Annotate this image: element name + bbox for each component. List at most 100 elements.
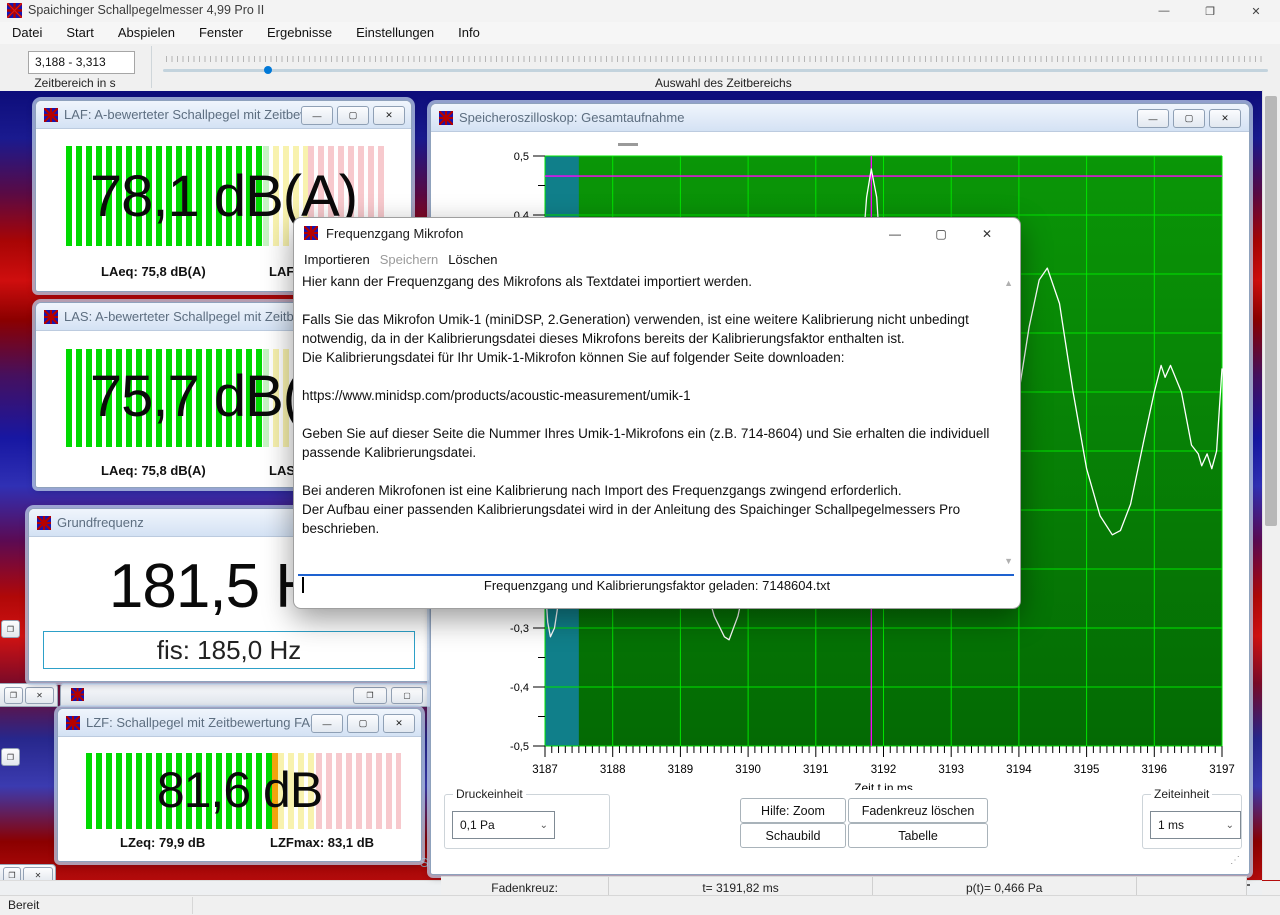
laf-laeq-label: LAeq: 75,8 dB(A) [101, 264, 206, 279]
toolbar [0, 44, 1280, 92]
close-icon[interactable]: ✕ [25, 687, 54, 704]
menu-item-fenster[interactable]: Fenster [187, 22, 255, 44]
fadenkreuz-loeschen-button[interactable]: Fadenkreuz löschen [848, 798, 988, 823]
menu-item-abspielen[interactable]: Abspielen [106, 22, 187, 44]
menu-item-ergebnisse[interactable]: Ergebnisse [255, 22, 344, 44]
svg-text:3187: 3187 [532, 764, 558, 776]
svg-text:3190: 3190 [735, 764, 761, 776]
dialog-paragraph: https://www.minidsp.com/products/acousti… [298, 386, 1002, 405]
oszilloskop-window-buttons: — ▢ ✕ [1137, 109, 1241, 128]
close-icon[interactable]: ✕ [1209, 109, 1241, 128]
dialog-frequenzgang-mikrofon: Frequenzgang Mikrofon — ▢ ✕ Importieren S… [293, 217, 1021, 609]
time-slider-thumb[interactable] [264, 66, 272, 74]
app-icon [7, 3, 22, 18]
dialog-title: Frequenzgang Mikrofon [326, 226, 463, 241]
restore-window-button[interactable]: ❐ [1188, 0, 1232, 22]
zeitbereich-label: Zeitbereich in s [0, 76, 150, 90]
mdi-vertical-scrollbar-thumb[interactable] [1265, 96, 1277, 526]
oszilloskop-titlebar[interactable]: Speicheroszilloskop: Gesamtaufnahme [431, 104, 1249, 132]
lzf-window-buttons: — ▢ ✕ [311, 714, 415, 733]
tabelle-button[interactable]: Tabelle [848, 823, 988, 848]
app-title: Spaichinger Schallpegelmesser 4,99 Pro I… [28, 3, 264, 17]
druckeinheit-combobox[interactable]: 0,1 Pa ⌄ [452, 811, 555, 839]
maximize-icon[interactable]: ▢ [932, 225, 950, 243]
dialog-menu-item-löschen[interactable]: Löschen [448, 252, 497, 267]
minimize-icon[interactable]: — [311, 714, 343, 733]
menu-item-start[interactable]: Start [54, 22, 105, 44]
dialog-paragraph [298, 462, 1002, 481]
dialog-textarea[interactable]: Hier kann der Frequenzgang des Mikrofons… [298, 272, 1002, 576]
svg-text:3188: 3188 [600, 764, 626, 776]
dialog-paragraph: Bei anderen Mikrofonen ist eine Kalibrie… [298, 481, 1002, 538]
svg-text:3196: 3196 [1142, 764, 1168, 776]
menu-item-datei[interactable]: Datei [0, 22, 54, 44]
svg-text:3194: 3194 [1006, 764, 1032, 776]
restore-icon[interactable]: ❐ [4, 687, 23, 704]
scroll-down-icon[interactable]: ▼ [1004, 556, 1013, 566]
laf-title: LAF: A-bewerteter Schallpegel mit Zeitbe… [64, 107, 320, 122]
svg-text:3193: 3193 [938, 764, 964, 776]
window-icon [71, 688, 84, 701]
close-icon[interactable]: ✕ [978, 225, 996, 243]
svg-text:3189: 3189 [668, 764, 694, 776]
resize-grip-icon[interactable]: ⋰ [1230, 855, 1240, 866]
hilfe-zoom-button[interactable]: Hilfe: Zoom [740, 798, 846, 823]
oszilloskop-title: Speicheroszilloskop: Gesamtaufnahme [459, 110, 684, 125]
time-slider-ticks [166, 56, 1266, 62]
minimize-icon[interactable]: ▢ [391, 687, 423, 704]
time-slider-label: Auswahl des Zeitbereichs [655, 76, 792, 90]
dialog-paragraph: Falls Sie das Mikrofon Umik-1 (miniDSP, … [298, 310, 1002, 367]
svg-text:0,5: 0,5 [514, 151, 529, 163]
svg-text:3197: 3197 [1209, 764, 1235, 776]
window-icon [44, 310, 58, 324]
minimized-window-restore-button[interactable]: ❐ [1, 620, 20, 638]
las-laeq-label: LAeq: 75,8 dB(A) [101, 463, 206, 478]
note-frequency-box: fis: 185,0 Hz [43, 631, 415, 669]
las-title: LAS: A-bewerteter Schallpegel mit Zeitbe… [64, 309, 328, 324]
maximize-icon[interactable]: ▢ [337, 106, 369, 125]
dialog-menu-item-speichern[interactable]: Speichern [380, 252, 439, 267]
druckeinheit-value: 0,1 Pa [460, 818, 495, 832]
svg-text:3191: 3191 [803, 764, 829, 776]
minimized-window-fragment[interactable]: ❐ ▢ [60, 683, 432, 707]
zeitbereich-input[interactable] [28, 51, 135, 74]
dialog-divider [298, 574, 1014, 576]
main-titlebar: Spaichinger Schallpegelmesser 4,99 Pro I… [0, 0, 1280, 23]
statusbar-text: Bereit [8, 898, 39, 912]
svg-text:-0,5: -0,5 [510, 741, 529, 753]
menu-item-einstellungen[interactable]: Einstellungen [344, 22, 446, 44]
close-icon[interactable]: ✕ [373, 106, 405, 125]
zeiteinheit-label: Zeiteinheit [1151, 787, 1212, 801]
window-icon [37, 516, 51, 530]
lzf-lzfmax-label: LZFmax: 83,1 dB [270, 835, 374, 850]
schaubild-button[interactable]: Schaubild [740, 823, 846, 848]
minimize-window-button[interactable]: — [1142, 0, 1186, 22]
close-window-button[interactable]: ✕ [1234, 0, 1278, 22]
dialog-status-text: Frequenzgang und Kalibrierungsfaktor gel… [294, 578, 1020, 593]
dialog-titlebar[interactable]: Frequenzgang Mikrofon [294, 218, 1020, 248]
minimized-window-fragment[interactable]: ❐ ✕ [0, 683, 58, 707]
maximize-icon[interactable]: ▢ [347, 714, 379, 733]
menu-item-info[interactable]: Info [446, 22, 492, 44]
close-icon[interactable]: ✕ [383, 714, 415, 733]
minimized-window-restore-button[interactable]: ❐ [1, 748, 20, 766]
window-icon [66, 716, 80, 730]
minimize-icon[interactable]: — [301, 106, 333, 125]
restore-icon[interactable]: ❐ [353, 687, 387, 704]
svg-text:Zeit t in ms: Zeit t in ms [854, 781, 913, 790]
dialog-paragraph [298, 367, 1002, 386]
chevron-down-icon: ⌄ [540, 820, 548, 831]
dialog-paragraph [298, 405, 1002, 424]
time-slider-track[interactable] [163, 69, 1268, 72]
zeiteinheit-combobox[interactable]: 1 ms ⌄ [1150, 811, 1241, 839]
maximize-icon[interactable]: ▢ [1173, 109, 1205, 128]
minimize-icon[interactable]: — [1137, 109, 1169, 128]
scroll-up-icon[interactable]: ▲ [1004, 278, 1013, 288]
svg-text:3195: 3195 [1074, 764, 1100, 776]
minimize-icon[interactable]: — [886, 225, 904, 243]
svg-text:-0,3: -0,3 [510, 623, 529, 635]
grundfrequenz-title: Grundfrequenz [57, 515, 144, 530]
dialog-menu-item-importieren[interactable]: Importieren [304, 252, 370, 267]
lzf-value: 81,6 dB [58, 761, 421, 819]
laf-window-buttons: — ▢ ✕ [301, 106, 405, 125]
